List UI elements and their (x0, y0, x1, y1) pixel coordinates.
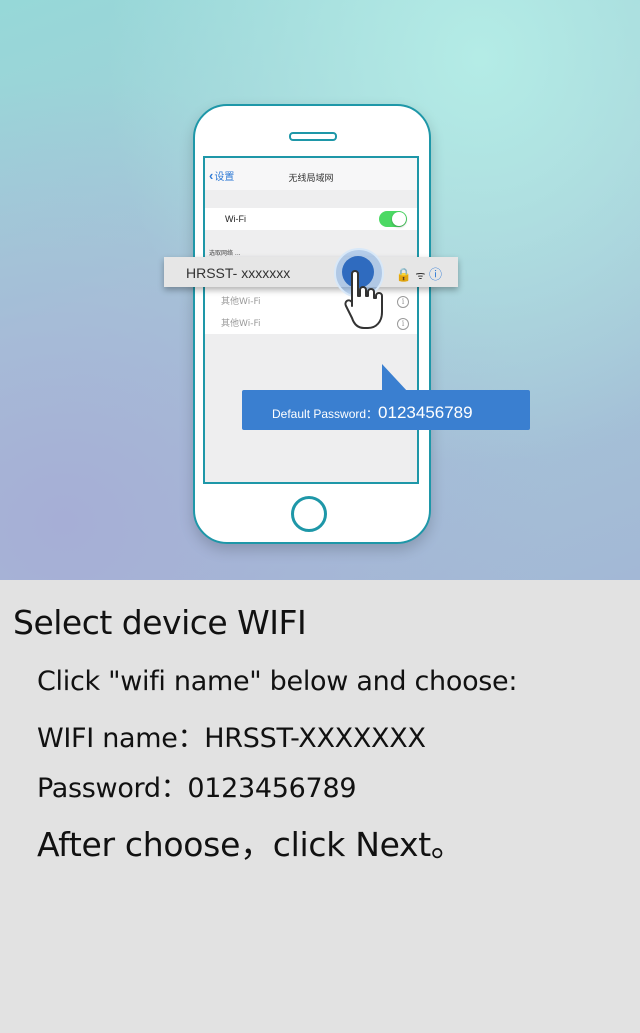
network-item-other-2: 其他Wi-Fi (221, 319, 261, 329)
home-button (291, 496, 327, 532)
selected-network-name: HRSST- xxxxxxx (186, 265, 291, 281)
info-icon: i (397, 296, 409, 308)
network-section-label: 选取网络 ... (209, 250, 241, 257)
instruction-line-1: Click "wifi name" below and choose: (37, 666, 518, 697)
phone-speaker (289, 132, 337, 141)
info-icon: i (397, 318, 409, 330)
settings-nav-bar: ‹设置 无线局域网 (205, 158, 417, 190)
selected-network-row: HRSST- xxxxxxx 🔒 ᯤ ⓘ (164, 257, 458, 287)
tooltip-label: Default Password： (272, 407, 379, 421)
tooltip-value: 0123456789 (378, 403, 473, 422)
network-item-other-1: 其他Wi-Fi (221, 297, 261, 307)
lock-icon: 🔒 (395, 267, 412, 282)
wifi-label: Wi-Fi (225, 214, 246, 224)
hero-illustration: ‹设置 无线局域网 Wi-Fi 选取网络 ... 其他Wi-Fi i 其他Wi-… (0, 0, 640, 580)
instructions-heading: Select device WIFI (13, 603, 307, 642)
instruction-line-2: WIFI name：HRSST-XXXXXXX (37, 723, 426, 754)
default-password-tooltip: Default Password：0123456789 (242, 390, 530, 430)
toggle-knob (392, 212, 406, 226)
instruction-line-4: After choose，click Next。 (37, 825, 464, 864)
network-status-icons: 🔒 ᯤ ⓘ (396, 264, 443, 283)
nav-title: 无线局域网 (288, 174, 334, 184)
wifi-toggle (379, 211, 407, 227)
tooltip-text: Default Password：0123456789 (272, 403, 473, 423)
tooltip-arrow (382, 364, 408, 392)
pointing-hand-icon (344, 270, 383, 329)
instructions-panel: Select device WIFI Click "wifi name" bel… (0, 580, 640, 1033)
instruction-line-3: Password：0123456789 (37, 773, 357, 804)
wifi-signal-icon: ᯤ (415, 270, 426, 282)
info-icon: ⓘ (428, 267, 442, 282)
wifi-toggle-row: Wi-Fi (205, 208, 417, 230)
